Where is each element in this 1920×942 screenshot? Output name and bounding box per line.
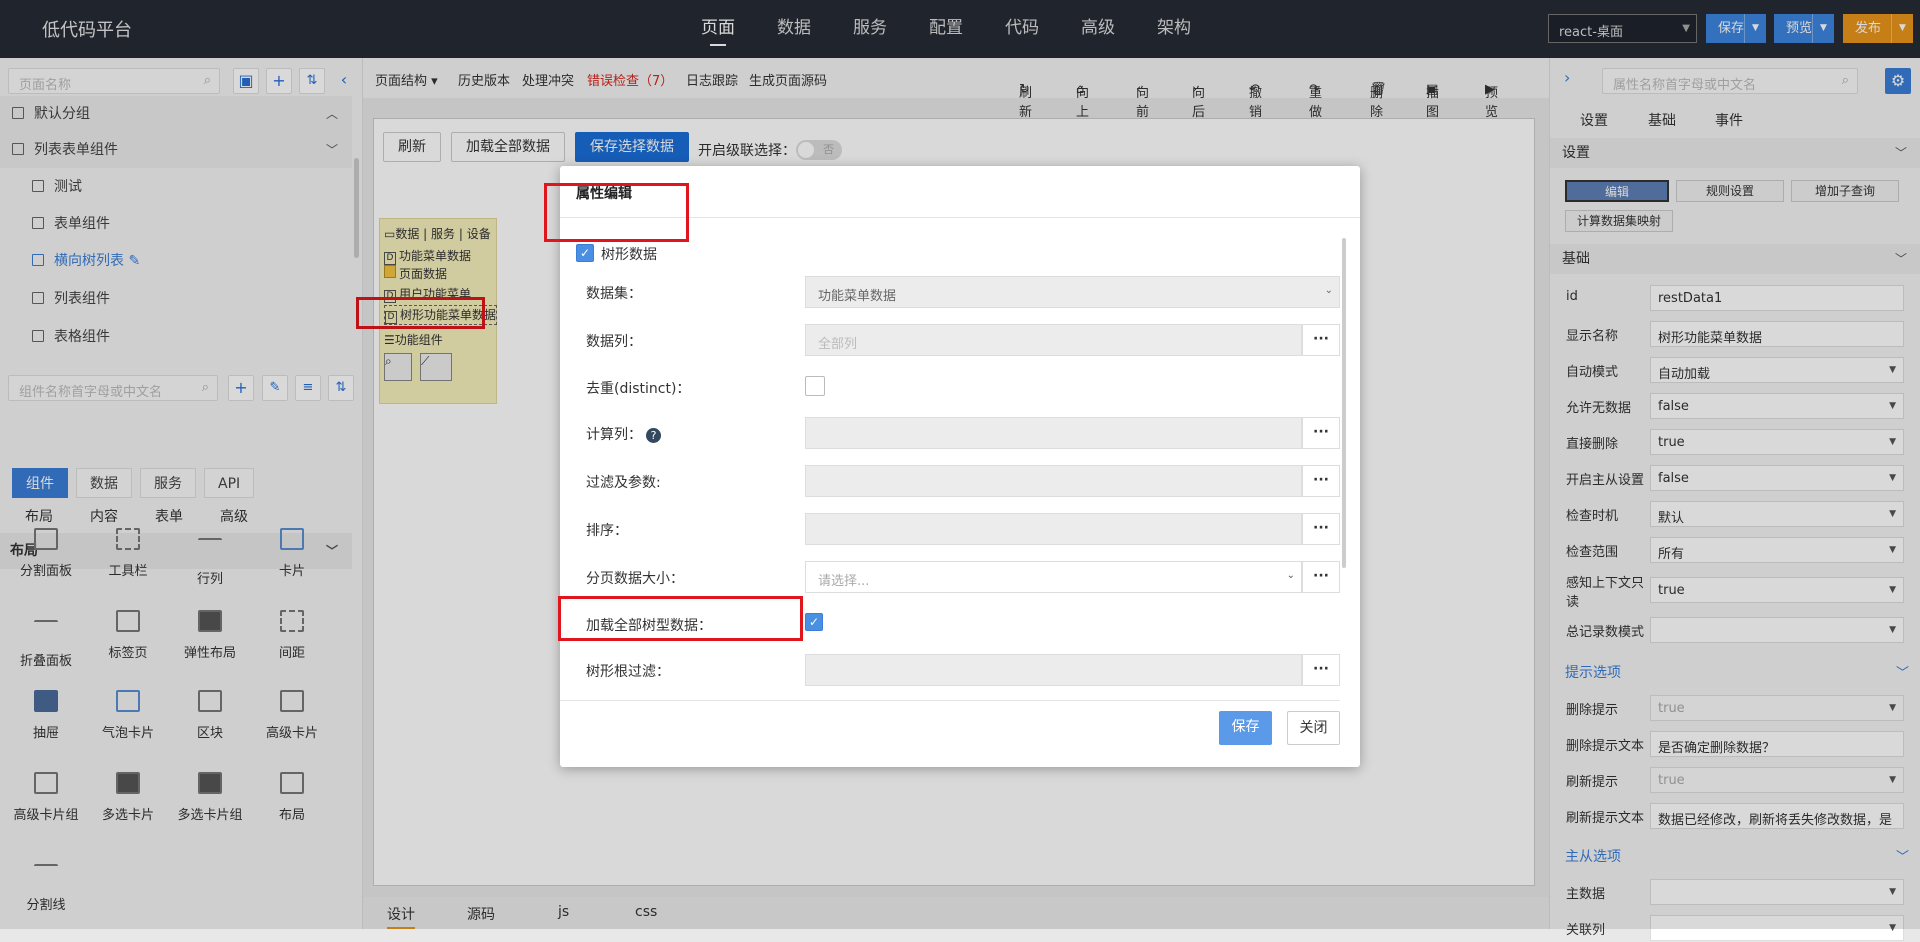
more-icon[interactable]: ··· <box>1302 561 1340 593</box>
field-computed: 计算列：? ··· <box>560 414 1340 450</box>
field-label: 分页数据大小： <box>586 571 684 587</box>
more-icon[interactable]: ··· <box>1302 465 1340 497</box>
dialog-scrollbar[interactable] <box>1342 238 1346 568</box>
more-icon[interactable]: ··· <box>1302 513 1340 545</box>
tree-data-label: 树形数据 <box>601 247 657 263</box>
field-label: 树形根过滤： <box>586 664 670 680</box>
page-size-select[interactable]: 请选择... ⌄ <box>805 561 1302 593</box>
field-label: 数据列： <box>586 334 642 350</box>
sort-input[interactable] <box>805 513 1302 545</box>
field-columns: 数据列： 全部列 ··· <box>560 321 1340 357</box>
field-label-text: 计算列： <box>586 427 642 443</box>
field-label: 去重(distinct)： <box>586 381 691 397</box>
field-value: 功能菜单数据 <box>818 289 897 304</box>
distinct-checkbox[interactable] <box>805 376 825 396</box>
field-placeholder: 请选择... <box>818 574 870 589</box>
field-filter: 过滤及参数: ··· <box>560 462 1340 498</box>
dialog-close-button[interactable]: 关闭 <box>1287 711 1340 745</box>
tree-data-checkbox[interactable]: ✓ <box>576 244 594 262</box>
load-all-tree-checkbox[interactable]: ✓ <box>805 613 823 631</box>
chevron-down-icon: ⌄ <box>1286 570 1295 581</box>
field-sort: 排序： ··· <box>560 510 1340 546</box>
more-icon[interactable]: ··· <box>1302 324 1340 356</box>
field-tree-root-filter: 树形根过滤： ··· <box>560 651 1340 687</box>
property-edit-dialog: 属性编辑 ✓ 树形数据 数据集： 功能菜单数据 ⌄ 数据列： 全部列 ··· 去重(di… <box>544 166 1360 767</box>
field-label: 数据集： <box>586 286 642 302</box>
more-icon[interactable]: ··· <box>1302 417 1340 449</box>
chevron-down-icon: ⌄ <box>1324 285 1333 296</box>
dataset-select[interactable]: 功能菜单数据 ⌄ <box>805 276 1340 308</box>
highlight-tree-data <box>544 183 689 242</box>
field-label: 计算列：? <box>586 424 661 444</box>
dialog-footer-divider <box>560 700 1340 701</box>
computed-input[interactable] <box>805 417 1302 449</box>
tree-root-filter-input[interactable] <box>805 654 1302 686</box>
columns-input[interactable]: 全部列 <box>805 324 1302 356</box>
field-label: 排序： <box>586 523 628 539</box>
filter-input[interactable] <box>805 465 1302 497</box>
field-page-size: 分页数据大小： 请选择... ⌄ ··· <box>560 558 1340 594</box>
help-icon[interactable]: ? <box>646 428 661 443</box>
field-dataset: 数据集： 功能菜单数据 ⌄ <box>560 273 1340 309</box>
highlight-load-all-tree <box>558 596 803 641</box>
field-distinct: 去重(distinct)： <box>560 368 1340 404</box>
more-icon[interactable]: ··· <box>1302 654 1340 686</box>
dialog-save-button[interactable]: 保存 <box>1219 711 1272 745</box>
field-label: 过滤及参数: <box>586 475 661 491</box>
